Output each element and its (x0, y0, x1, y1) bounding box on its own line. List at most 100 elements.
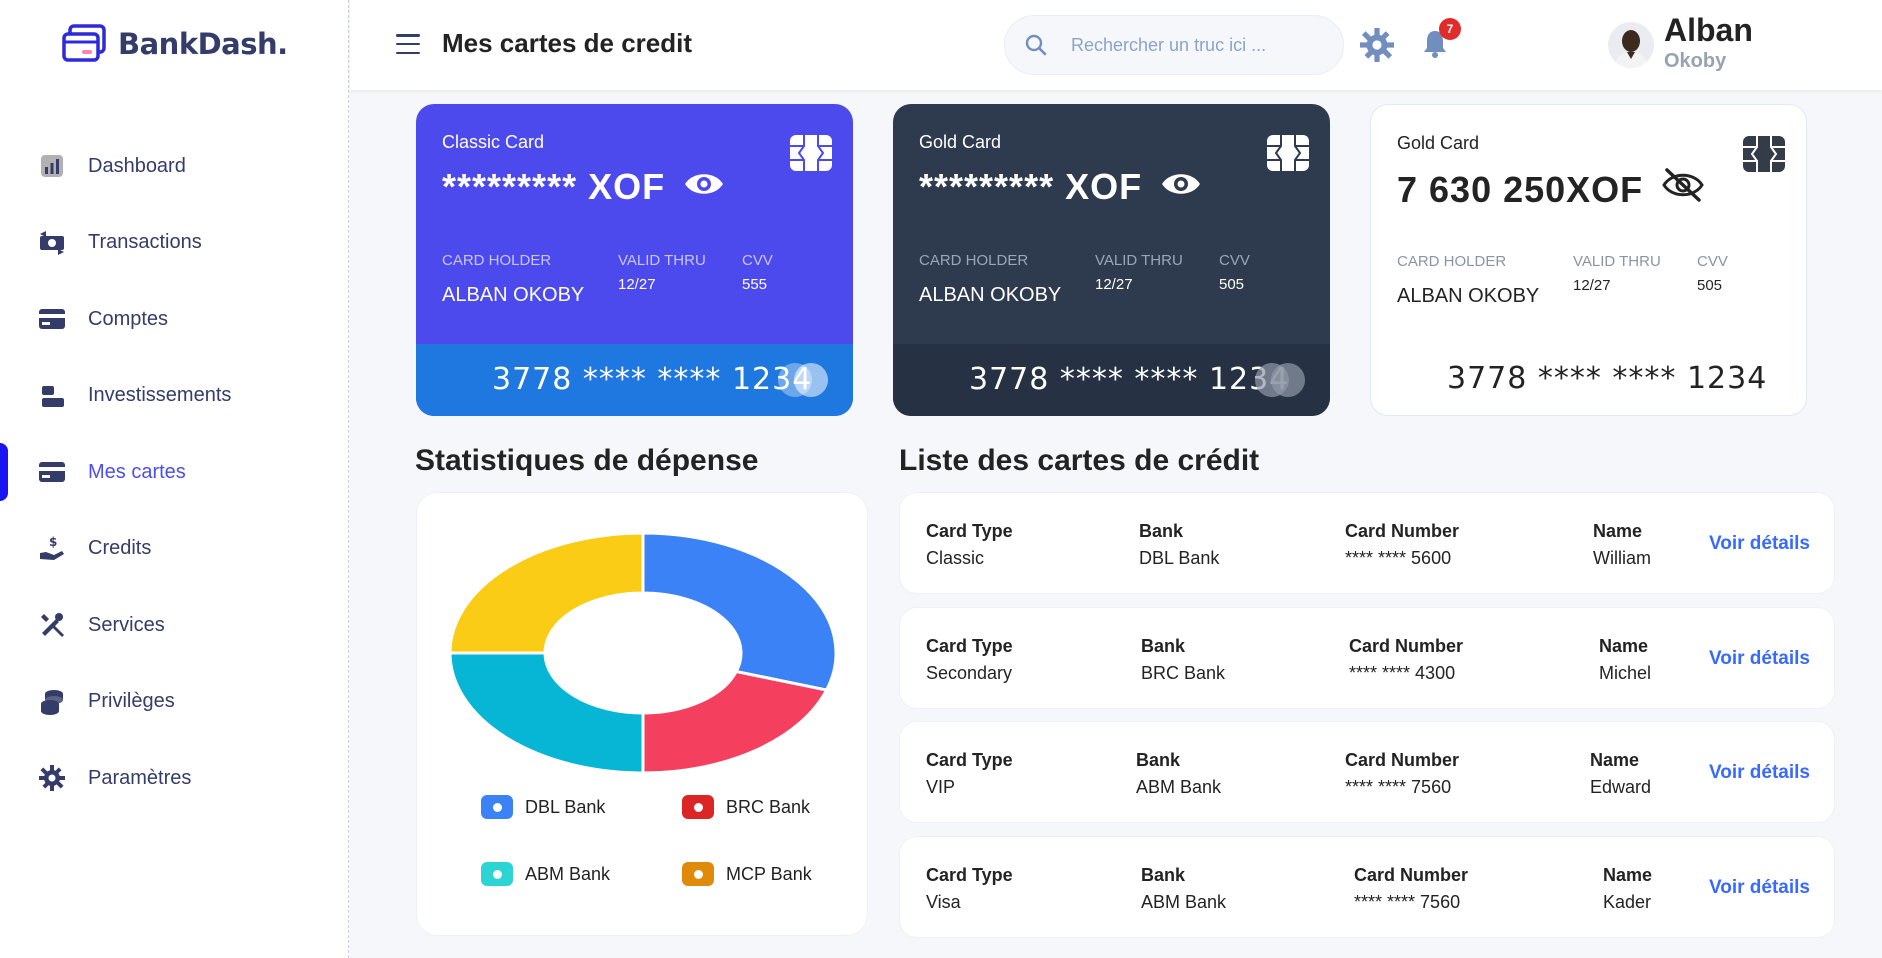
sidebar-item-credits[interactable]: $ Credits (0, 511, 349, 588)
col-header-type: Card Type (926, 521, 1013, 541)
col-header-type: Card Type (926, 750, 1013, 770)
top-header: Mes cartes de credit 7 Alban Okoby (350, 0, 1882, 90)
svg-text:$: $ (49, 535, 57, 549)
spending-stats-title: Statistiques de dépense (415, 444, 759, 477)
donut-slice-dbl-bank (641, 531, 838, 692)
donut-slice-mcp-bank (448, 531, 645, 655)
logo[interactable]: BankDash. (62, 24, 288, 64)
cvv-value: 555 (742, 276, 768, 293)
card-type-value: Classic (926, 548, 985, 568)
spending-chart-panel: DBL Bank BRC Bank ABM Bank MCP Bank (416, 492, 868, 936)
search-input[interactable] (1071, 34, 1311, 56)
card-type: Gold Card (1397, 133, 1480, 153)
cvv-value: 505 (1219, 276, 1245, 293)
view-details-link[interactable]: Voir détails (1709, 648, 1810, 670)
legend-item-dbl: DBL Bank (481, 795, 605, 819)
bankdash-logo-icon (62, 24, 108, 64)
name-value: William (1593, 548, 1651, 568)
col-header-name: Name (1599, 636, 1649, 656)
view-details-link[interactable]: Voir détails (1709, 533, 1810, 555)
col-header-name: Name (1603, 865, 1653, 885)
credit-card-classic[interactable]: Classic Card ********* XOF CARD HOLDER A… (416, 104, 853, 416)
col-header-number: Card Number (1345, 521, 1460, 541)
col-header-bank: Bank (1141, 865, 1186, 885)
dashboard-icon (38, 152, 66, 180)
sidebar: BankDash. Dashboard Transactions Comptes… (0, 0, 349, 958)
sidebar-item-privileges[interactable]: Privilèges (0, 664, 349, 741)
legend-label: MCP Bank (726, 863, 812, 884)
sidebar-item-dashboard[interactable]: Dashboard (0, 128, 349, 205)
sidebar-item-label: Dashboard (88, 154, 186, 177)
search-bar[interactable] (1004, 15, 1344, 75)
card-number-value: **** **** 5600 (1345, 548, 1452, 568)
sidebar-item-comptes[interactable]: Comptes (0, 281, 349, 358)
brand-name: BankDash. (118, 27, 288, 61)
cvv-label: CVV (742, 252, 773, 269)
investments-icon (38, 382, 66, 410)
credit-card-gold-dark[interactable]: Gold Card ********* XOF CARD HOLDER ALBA… (893, 104, 1330, 416)
card-chip-icon (1742, 135, 1786, 173)
donut-slice-abm-bank (448, 651, 645, 775)
valid-thru-label: VALID THRU (1095, 252, 1183, 269)
card-holder-label: CARD HOLDER (1397, 253, 1507, 270)
hamburger-menu-icon[interactable] (396, 34, 420, 54)
card-balance: 7 630 250XOF (1397, 167, 1705, 212)
sidebar-item-mes-cartes[interactable]: Mes cartes (0, 434, 349, 511)
card-type-value: VIP (926, 777, 956, 797)
card-type: Gold Card (919, 132, 1002, 152)
sidebar-item-services[interactable]: Services (0, 587, 349, 664)
sidebar-item-label: Mes cartes (88, 460, 186, 483)
card-footer: 3778 **** **** 1234 (1371, 343, 1806, 415)
mastercard-logo-icon (775, 361, 831, 399)
avatar[interactable] (1608, 22, 1654, 68)
legend-swatch (481, 862, 513, 886)
sidebar-item-parametres[interactable]: Paramètres (0, 740, 349, 817)
card-holder-label: CARD HOLDER (442, 252, 552, 269)
sidebar-item-transactions[interactable]: Transactions (0, 205, 349, 282)
settings-gear-icon[interactable] (1360, 28, 1394, 62)
card-type-value: Secondary (926, 663, 1013, 683)
user-last-name: Okoby (1664, 50, 1727, 72)
credit-card-gold-white[interactable]: Gold Card 7 630 250XOF CARD HOLDER ALBAN… (1370, 104, 1807, 416)
card-chip-icon (789, 134, 833, 172)
eye-off-icon[interactable] (1661, 167, 1705, 212)
col-header-number: Card Number (1354, 865, 1469, 885)
card-holder-name: ALBAN OKOBY (1397, 285, 1540, 307)
sidebar-item-label: Credits (88, 537, 152, 560)
page-title: Mes cartes de credit (442, 28, 693, 58)
card-balance-value: ********* XOF (442, 166, 666, 207)
credit-card-icon (38, 305, 66, 333)
legend-item-mcp: MCP Bank (682, 862, 812, 886)
card-chip-icon (1266, 134, 1310, 172)
valid-thru-value: 12/27 (1573, 277, 1611, 294)
cvv-label: CVV (1697, 253, 1728, 270)
view-details-link[interactable]: Voir détails (1709, 762, 1810, 784)
legend-swatch (481, 795, 513, 819)
name-value: Michel (1599, 663, 1652, 683)
card-balance-value: 7 630 250XOF (1397, 168, 1644, 210)
search-icon (1023, 32, 1049, 58)
coins-icon (38, 688, 66, 716)
cvv-label: CVV (1219, 252, 1250, 269)
legend-label: DBL Bank (525, 796, 606, 817)
cvv-value: 505 (1697, 277, 1723, 294)
col-header-type: Card Type (926, 636, 1013, 656)
card-holder-name: ALBAN OKOBY (919, 284, 1062, 306)
sidebar-item-investissements[interactable]: Investissements (0, 358, 349, 435)
legend-item-brc: BRC Bank (682, 795, 810, 819)
col-header-bank: Bank (1141, 636, 1186, 656)
col-header-name: Name (1590, 750, 1640, 770)
col-header-number: Card Number (1345, 750, 1460, 770)
legend-item-abm: ABM Bank (481, 862, 610, 886)
col-header-bank: Bank (1136, 750, 1181, 770)
legend-label: BRC Bank (726, 796, 811, 817)
credit-card-row: Card Type Secondary Bank BRC Bank Card N… (899, 607, 1835, 709)
sidebar-item-label: Investissements (88, 384, 232, 407)
card-holder-name: ALBAN OKOBY (442, 284, 585, 306)
eye-icon[interactable] (683, 166, 725, 208)
card-number-value: **** **** 4300 (1349, 663, 1456, 683)
notification-badge: 7 (1439, 18, 1461, 40)
donut-slice-brc-bank (641, 669, 829, 775)
view-details-link[interactable]: Voir détails (1709, 877, 1810, 899)
eye-icon[interactable] (1160, 166, 1202, 208)
